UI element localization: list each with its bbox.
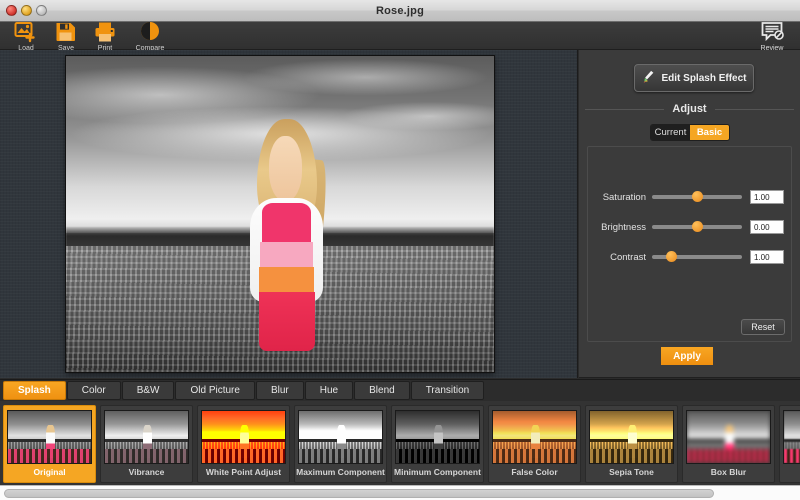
review-document-icon (760, 20, 784, 44)
tab-blur[interactable]: Blur (256, 381, 304, 400)
tab-color[interactable]: Color (67, 381, 121, 400)
tab-hue[interactable]: Hue (305, 381, 353, 400)
thumbnail-preview (201, 410, 286, 464)
thumbnail-label: Box Blur (711, 467, 746, 477)
thumbnail-label: Minimum Component (394, 467, 481, 477)
thumbnail-hexa[interactable]: Hexa (779, 405, 800, 483)
thumbnail-preview (7, 410, 92, 464)
paintbrush-icon (641, 69, 656, 87)
thumbnail-preview (783, 410, 800, 464)
thumbnail-sepia-tone[interactable]: Sepia Tone (585, 405, 678, 483)
review-button[interactable]: Review (750, 12, 794, 52)
compare-contrast-circle-icon (138, 20, 162, 44)
thumbnail-maximum-component[interactable]: Maximum Component (294, 405, 387, 483)
slider-group: Saturation 1.00 Brightness 0.00 Contrast… (587, 146, 792, 342)
thumbnail-vibrance[interactable]: Vibrance (100, 405, 193, 483)
contrast-slider[interactable] (652, 255, 742, 259)
compare-button[interactable]: Compare (128, 12, 172, 52)
application-window: Rose.jpg Load (0, 0, 800, 500)
thumbnail-false-color[interactable]: False Color (488, 405, 581, 483)
thumbnail-preview (686, 410, 771, 464)
adjust-mode-segmented-control[interactable]: Current Basic (650, 124, 730, 141)
tab-bw[interactable]: B&W (122, 381, 175, 400)
subject-skirt (259, 292, 316, 351)
saturation-value[interactable]: 1.00 (750, 190, 784, 204)
saturation-row: Saturation 1.00 (588, 189, 793, 205)
subject-face (269, 136, 302, 200)
brightness-label: Brightness (588, 222, 652, 233)
edit-splash-effect-label: Edit Splash Effect (661, 73, 746, 84)
thumbnail-label: Vibrance (129, 467, 165, 477)
tab-blend[interactable]: Blend (354, 381, 410, 400)
edit-splash-effect-button[interactable]: Edit Splash Effect (634, 64, 754, 92)
thumbnail-preview (589, 410, 674, 464)
thumbnail-preview (395, 410, 480, 464)
thumbnail-label: Sepia Tone (609, 467, 654, 477)
image-canvas[interactable] (0, 50, 578, 378)
saturation-slider[interactable] (652, 195, 742, 199)
brightness-value[interactable]: 0.00 (750, 220, 784, 234)
tab-old-picture[interactable]: Old Picture (175, 381, 254, 400)
contrast-row: Contrast 1.00 (588, 249, 793, 265)
saturation-label: Saturation (588, 192, 652, 203)
thumbnail-box-blur[interactable]: Box Blur (682, 405, 775, 483)
adjust-section-header: Adjust (579, 100, 800, 118)
load-image-icon (14, 20, 38, 44)
adjust-panel: Edit Splash Effect Adjust Current Basic … (579, 50, 800, 378)
subject-orange-band (259, 267, 314, 294)
subject-top (262, 203, 311, 245)
print-button[interactable]: Print (83, 12, 127, 52)
horizontal-scrollbar[interactable] (0, 485, 800, 500)
floppy-disk-icon (54, 20, 78, 44)
thumbnail-minimum-component[interactable]: Minimum Component (391, 405, 484, 483)
toolbar: Load Save Prin (0, 22, 800, 50)
thumbnail-label: Original (33, 467, 65, 477)
thumbnail-preview (298, 410, 383, 464)
subject-pink-band (260, 242, 312, 269)
adjust-title: Adjust (664, 103, 714, 115)
load-button[interactable]: Load (4, 12, 48, 52)
effect-thumbnail-strip[interactable]: Original Vibrance White Point Adjust Max… (0, 401, 800, 485)
scrollbar-thumb[interactable] (4, 489, 714, 498)
thumbnail-label: Maximum Component (296, 467, 385, 477)
edited-photo[interactable] (66, 56, 494, 372)
brightness-slider-knob[interactable] (692, 221, 703, 232)
contrast-label: Contrast (588, 252, 652, 263)
saturation-slider-knob[interactable] (692, 191, 703, 202)
contrast-value[interactable]: 1.00 (750, 250, 784, 264)
apply-button[interactable]: Apply (661, 347, 713, 365)
printer-icon (93, 20, 117, 44)
thumbnail-original[interactable]: Original (3, 405, 96, 483)
thumbnail-white-point-adjust[interactable]: White Point Adjust (197, 405, 290, 483)
segment-basic[interactable]: Basic (690, 125, 729, 140)
brightness-slider[interactable] (652, 225, 742, 229)
contrast-slider-knob[interactable] (666, 251, 677, 262)
effect-tab-bar: Splash Color B&W Old Picture Blur Hue Bl… (0, 379, 800, 401)
thumbnail-preview (492, 410, 577, 464)
thumbnail-preview (104, 410, 189, 464)
tab-splash[interactable]: Splash (3, 381, 66, 400)
segment-current[interactable]: Current (651, 125, 690, 140)
thumbnail-label: False Color (511, 467, 557, 477)
brightness-row: Brightness 0.00 (588, 219, 793, 235)
tab-transition[interactable]: Transition (411, 381, 485, 400)
reset-button[interactable]: Reset (741, 319, 785, 335)
save-button[interactable]: Save (44, 12, 88, 52)
photo-subject (250, 119, 323, 365)
thumbnail-label: White Point Adjust (206, 467, 281, 477)
